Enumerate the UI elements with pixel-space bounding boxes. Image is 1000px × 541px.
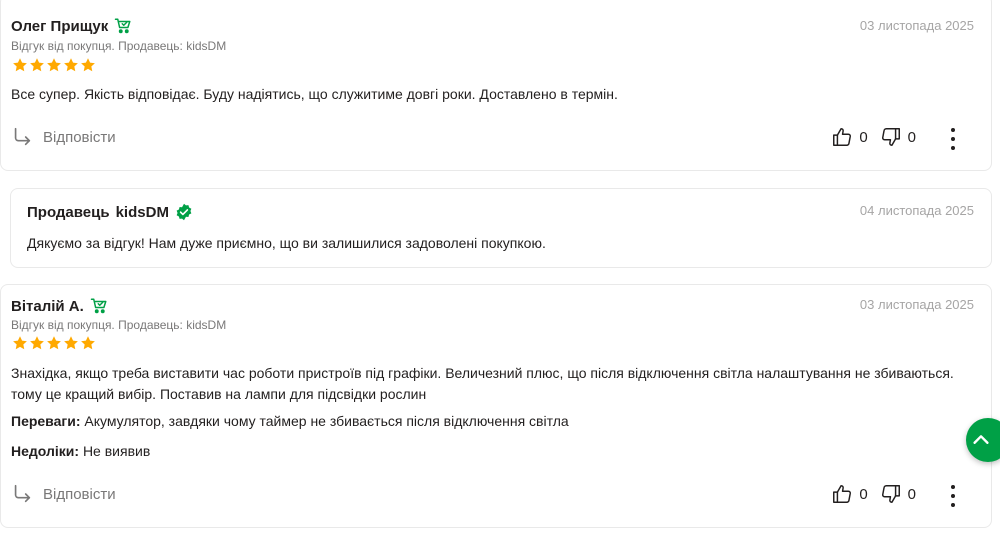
reply-button[interactable]: Відповісти [11, 126, 116, 148]
dislike-button[interactable]: 0 [880, 483, 916, 505]
reply-button[interactable]: Відповісти [11, 483, 116, 505]
review-author: Віталій А. [11, 297, 108, 315]
review-pros: Переваги: Акумулятор, завдяки чому тайме… [11, 411, 569, 432]
review-author: Олег Прищук [11, 17, 132, 35]
like-count: 0 [859, 128, 868, 146]
star-icon [64, 336, 78, 350]
star-icon [47, 336, 61, 350]
cart-check-icon [90, 298, 107, 314]
review-author-name: Віталій А. [11, 297, 84, 315]
seller-reply-author: Продавець kidsDM [27, 203, 193, 221]
star-icon [30, 58, 44, 72]
review-date: 03 листопада 2025 [859, 18, 974, 33]
reply-arrow-icon [14, 484, 31, 503]
dislike-count: 0 [907, 485, 916, 503]
pros-label: Переваги: [11, 413, 81, 429]
thumbs-up-icon [833, 485, 852, 503]
star-icon [13, 336, 27, 350]
review-meta: Відгук від покупця. Продавець: kidsDM [11, 318, 227, 332]
star-icon [81, 58, 95, 72]
seller-reply-card: Продавець kidsDM 04 листопада 2025 Дякує… [10, 188, 992, 268]
review-text: Знахідка, якщо треба виставити час робот… [11, 365, 954, 402]
thumbs-down-icon [881, 485, 900, 503]
vote-controls: 0 0 [831, 126, 916, 148]
review-card: Віталій А. 03 листопада 2025 Відгук від … [0, 284, 992, 528]
verified-icon [176, 203, 192, 221]
rating-stars [12, 335, 96, 351]
like-button[interactable]: 0 [831, 126, 868, 148]
star-icon [13, 58, 27, 72]
pros-text: Акумулятор, завдяки чому таймер не збива… [84, 413, 569, 429]
star-icon [81, 336, 95, 350]
review-meta: Відгук від покупця. Продавець: kidsDM [11, 39, 227, 53]
review-card: Олег Прищук 03 листопада 2025 Відгук від… [0, 0, 992, 171]
dislike-button[interactable]: 0 [880, 126, 916, 148]
like-button[interactable]: 0 [831, 483, 868, 505]
seller-reply-text: Дякуємо за відгук! Нам дуже приємно, що … [27, 235, 546, 251]
chevron-up-icon [973, 435, 989, 444]
thumbs-down-icon [881, 128, 900, 146]
more-options-button[interactable] [949, 128, 957, 150]
cons-text: Не виявив [82, 443, 151, 459]
more-options-button[interactable] [949, 485, 957, 507]
more-vertical-icon [951, 485, 955, 489]
seller-prefix: Продавець [27, 203, 110, 221]
reply-arrow-icon [14, 127, 31, 146]
star-icon [30, 336, 44, 350]
seller-name: kidsDM [115, 203, 169, 221]
dislike-count: 0 [907, 128, 916, 146]
thumbs-up-icon [833, 128, 852, 146]
seller-reply-date: 04 листопада 2025 [859, 203, 974, 218]
review-date: 03 листопада 2025 [859, 297, 974, 312]
review-cons: Недоліки: Не виявив [11, 441, 150, 462]
like-count: 0 [859, 485, 868, 503]
star-icon [47, 58, 61, 72]
more-vertical-icon [951, 128, 955, 132]
star-icon [64, 58, 78, 72]
review-author-name: Олег Прищук [11, 17, 109, 35]
review-text: Все супер. Якість відповідає. Буду надія… [11, 86, 618, 102]
reply-label: Відповісти [43, 128, 116, 146]
cons-label: Недоліки: [11, 443, 80, 459]
vote-controls: 0 0 [831, 483, 916, 505]
cart-check-icon [114, 18, 131, 34]
rating-stars [12, 57, 96, 73]
reply-label: Відповісти [43, 485, 116, 503]
